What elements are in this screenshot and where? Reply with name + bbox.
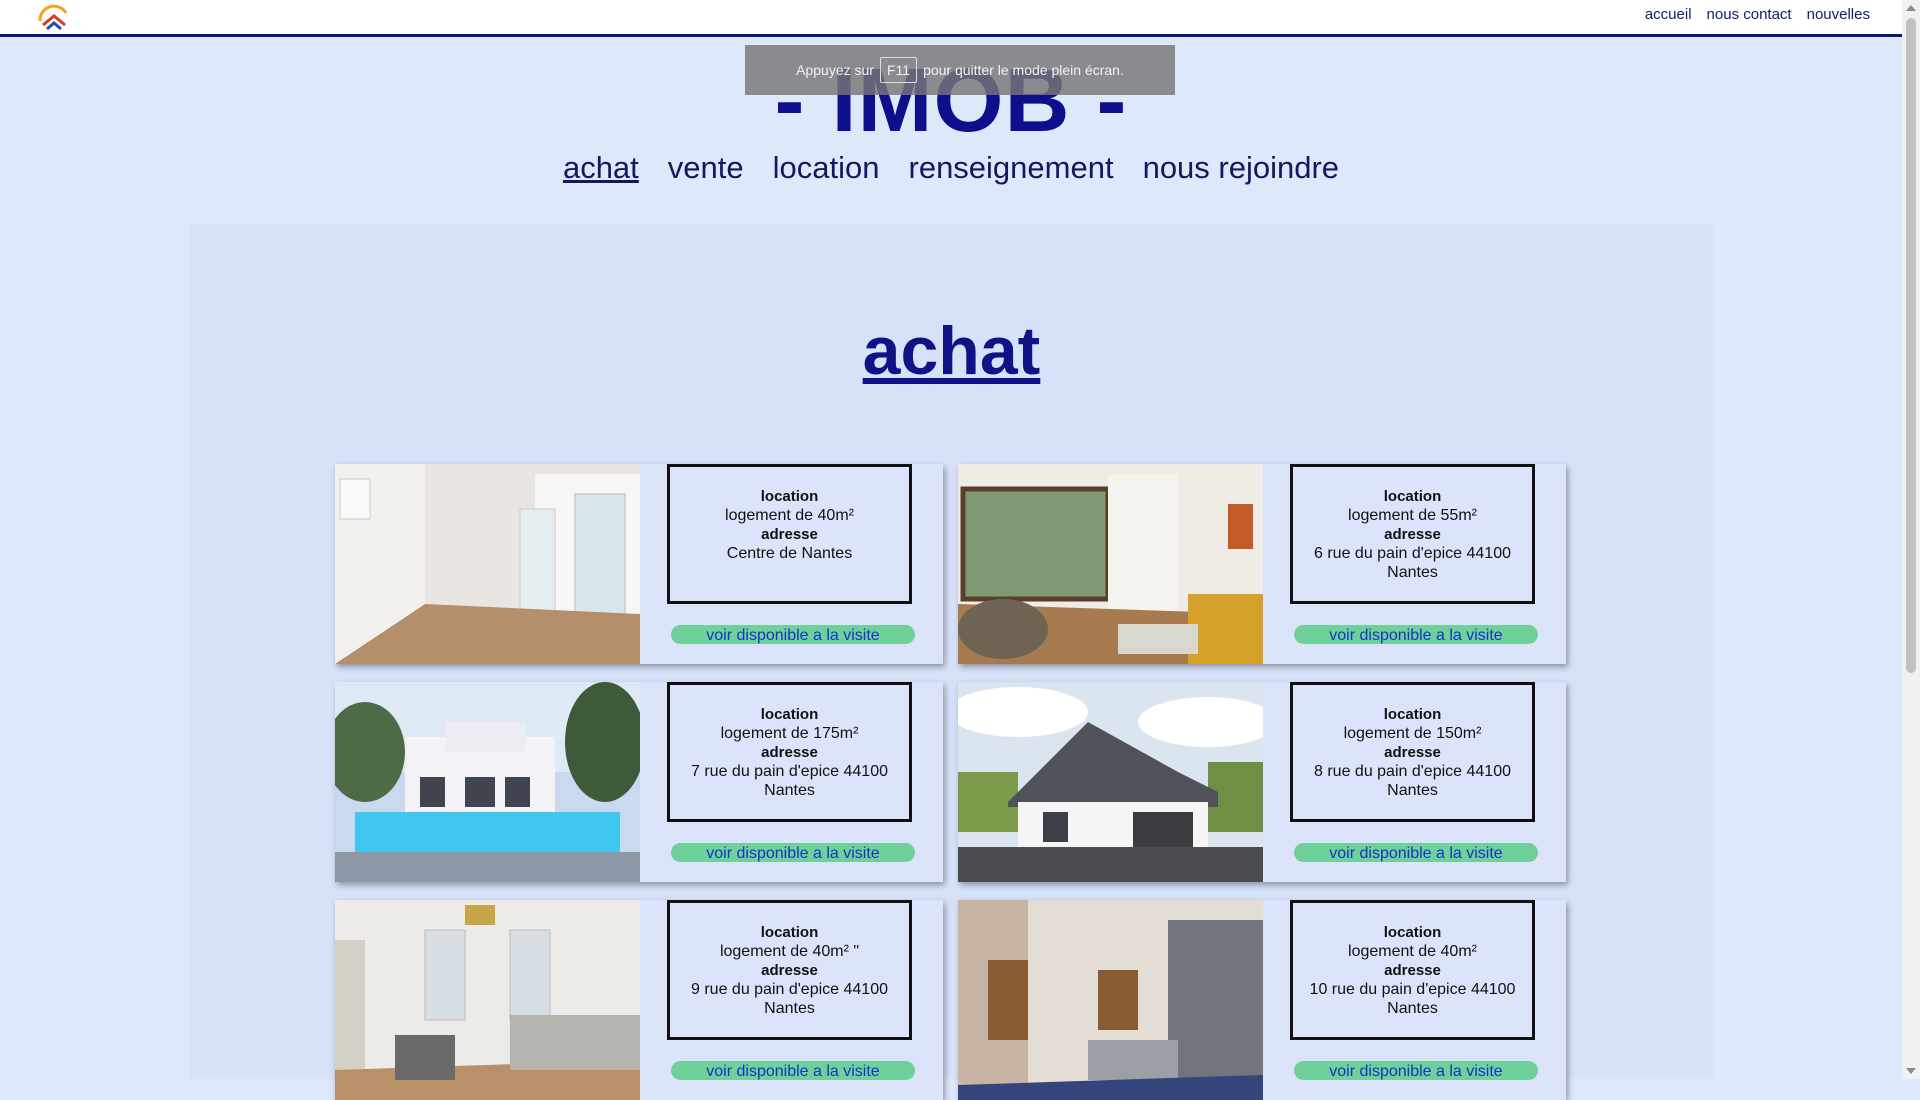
- listing-grid: location logement de 40m² adresse Centre…: [335, 464, 1567, 1100]
- visit-button[interactable]: voir disponible a la visite: [671, 625, 915, 644]
- scroll-up-icon[interactable]: [1906, 5, 1916, 11]
- nav-achat[interactable]: achat: [563, 150, 639, 186]
- nav-renseignement[interactable]: renseignement: [909, 150, 1114, 186]
- listing-address: 9 rue du pain d'epice 44100 Nantes: [691, 981, 888, 1017]
- listing-info: location logement de 40m² " adresse 9 ru…: [667, 900, 912, 1040]
- fullscreen-key: F11: [879, 57, 918, 83]
- visit-button[interactable]: voir disponible a la visite: [1294, 625, 1538, 644]
- address-label: adresse: [761, 526, 818, 543]
- house-logo-icon[interactable]: [36, 1, 72, 31]
- listing-info: location logement de 175m² adresse 7 rue…: [667, 682, 912, 822]
- listing-size: logement de 40m²: [1348, 943, 1477, 960]
- villa-photo-icon: [335, 682, 640, 882]
- listing-info: location logement de 40m² adresse Centre…: [667, 464, 912, 604]
- house-photo-icon: [958, 682, 1263, 882]
- listing-address: Centre de Nantes: [726, 545, 853, 562]
- listing-info: location logement de 150m² adresse 8 rue…: [1290, 682, 1535, 822]
- scrollbar-thumb[interactable]: [1906, 18, 1916, 673]
- top-nav: accueil nous contact nouvelles: [1645, 6, 1870, 23]
- scroll-down-icon[interactable]: [1906, 1068, 1916, 1074]
- listing-photo: [335, 682, 640, 882]
- address-label: adresse: [1384, 744, 1441, 761]
- listing-card: location logement de 150m² adresse 8 rue…: [958, 682, 1566, 882]
- top-link-nous-contact[interactable]: nous contact: [1707, 6, 1792, 23]
- address-label: adresse: [1384, 962, 1441, 979]
- listing-address: 8 rue du pain d'epice 44100 Nantes: [1314, 763, 1511, 799]
- listing-size: logement de 175m²: [720, 725, 859, 742]
- listing-type: location: [760, 488, 819, 505]
- listing-photo: [335, 900, 640, 1100]
- address-label: adresse: [1384, 526, 1441, 543]
- listing-size: logement de 40m² ": [719, 943, 860, 960]
- listing-card: location logement de 40m² " adresse 9 ru…: [335, 900, 943, 1100]
- section-title: achat: [862, 313, 1041, 389]
- listing-photo: [958, 682, 1263, 882]
- listing-photo: [958, 900, 1263, 1100]
- listing-size: logement de 55m²: [1348, 507, 1477, 524]
- listing-card: location logement de 175m² adresse 7 rue…: [335, 682, 943, 882]
- visit-button[interactable]: voir disponible a la visite: [671, 843, 915, 862]
- top-link-accueil[interactable]: accueil: [1645, 6, 1692, 23]
- listing-photo: [335, 464, 640, 664]
- address-label: adresse: [761, 962, 818, 979]
- nav-location[interactable]: location: [773, 150, 880, 186]
- sofa-room-photo-icon: [335, 900, 640, 1100]
- listing-type: location: [1383, 488, 1442, 505]
- listing-size: logement de 150m²: [1343, 725, 1482, 742]
- nav-nous-rejoindre[interactable]: nous rejoindre: [1143, 150, 1339, 186]
- listing-address: 7 rue du pain d'epice 44100 Nantes: [691, 763, 888, 799]
- top-link-nouvelles[interactable]: nouvelles: [1807, 6, 1870, 23]
- listing-info: location logement de 40m² adresse 10 rue…: [1290, 900, 1535, 1040]
- listing-card: location logement de 40m² adresse Centre…: [335, 464, 943, 664]
- nav-vente[interactable]: vente: [668, 150, 744, 186]
- listing-card: location logement de 55m² adresse 6 rue …: [958, 464, 1566, 664]
- top-bar: accueil nous contact nouvelles: [0, 0, 1902, 37]
- listing-type: location: [760, 706, 819, 723]
- listing-address: 10 rue du pain d'epice 44100 Nantes: [1309, 981, 1516, 1017]
- fullscreen-notice-after: pour quitter le mode plein écran.: [923, 62, 1124, 78]
- visit-button[interactable]: voir disponible a la visite: [671, 1061, 915, 1080]
- fullscreen-notice: Appuyez sur F11 pour quitter le mode ple…: [745, 45, 1175, 95]
- visit-button[interactable]: voir disponible a la visite: [1294, 1061, 1538, 1080]
- listing-type: location: [1383, 924, 1442, 941]
- vertical-scrollbar[interactable]: [1902, 0, 1920, 1079]
- listing-card: location logement de 40m² adresse 10 rue…: [958, 900, 1566, 1100]
- listing-type: location: [1383, 706, 1442, 723]
- fullscreen-notice-before: Appuyez sur: [796, 62, 874, 78]
- visit-button[interactable]: voir disponible a la visite: [1294, 843, 1538, 862]
- listing-address: 6 rue du pain d'epice 44100 Nantes: [1314, 545, 1511, 581]
- main-nav: achat vente location renseignement nous …: [0, 150, 1902, 186]
- content-panel: achat location logement de 40m² adresse: [190, 224, 1713, 1100]
- listing-size: logement de 40m²: [725, 507, 854, 524]
- kitchen-photo-icon: [958, 900, 1263, 1100]
- listing-info: location logement de 55m² adresse 6 rue …: [1290, 464, 1535, 604]
- address-label: adresse: [761, 744, 818, 761]
- listing-type: location: [760, 924, 819, 941]
- listing-photo: [958, 464, 1263, 664]
- interior-photo-icon: [335, 464, 640, 664]
- living-room-photo-icon: [958, 464, 1263, 664]
